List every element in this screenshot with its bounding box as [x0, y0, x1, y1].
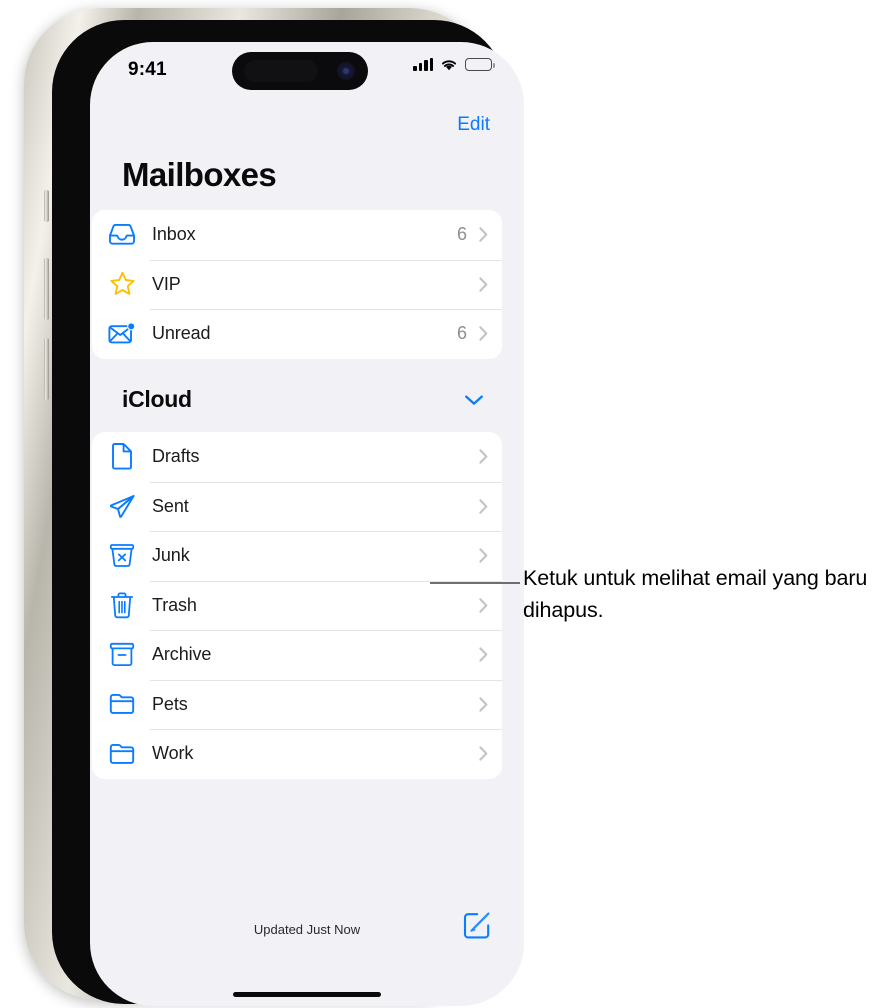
- callout-text: Ketuk untuk melihat email yang baru diha…: [523, 566, 868, 622]
- archive-box-icon: [106, 640, 138, 670]
- mailbox-label: Work: [152, 743, 194, 764]
- document-icon: [106, 442, 138, 472]
- mailbox-label: Junk: [152, 545, 190, 566]
- phone-frame: 9:41 Edit Mailboxes Inbox 6 VIP Unread 6…: [24, 8, 524, 1006]
- mailbox-row-work[interactable]: Work: [92, 729, 502, 779]
- chevron-right-icon: [479, 746, 488, 761]
- mailbox-row-inbox[interactable]: Inbox 6: [92, 210, 502, 260]
- cellular-signal-icon: [413, 58, 433, 71]
- status-time: 9:41: [128, 59, 167, 80]
- status-indicators: [413, 58, 495, 71]
- mailbox-row-junk[interactable]: Junk: [92, 531, 502, 581]
- mailbox-label: Sent: [152, 495, 189, 516]
- inbox-tray-icon: [106, 220, 138, 250]
- callout-leader-line: [430, 582, 520, 584]
- compose-icon[interactable]: [462, 910, 492, 940]
- mailbox-row-vip[interactable]: VIP: [92, 259, 502, 310]
- icloud-section-header: iCloud: [90, 386, 500, 413]
- earpiece-speaker: [244, 60, 318, 82]
- mailbox-row-drafts[interactable]: Drafts: [92, 432, 502, 482]
- mailbox-row-pets[interactable]: Pets: [92, 679, 502, 730]
- screenshot-root: 9:41 Edit Mailboxes Inbox 6 VIP Unread 6…: [0, 0, 888, 1008]
- section-title: iCloud: [122, 386, 192, 412]
- phone-bezel: 9:41 Edit Mailboxes Inbox 6 VIP Unread 6…: [52, 20, 524, 1006]
- chevron-right-icon: [479, 449, 488, 464]
- primary-mailboxes-card: Inbox 6 VIP Unread 6: [92, 210, 502, 359]
- envelope-badge-icon: [106, 319, 138, 349]
- battery-full-icon: [465, 58, 495, 71]
- trash-row-chevron: [479, 598, 488, 613]
- star-icon: [106, 269, 138, 299]
- chevron-down-icon[interactable]: [464, 394, 484, 406]
- page-title: Mailboxes: [122, 156, 277, 193]
- folder-icon: [106, 739, 138, 769]
- volume-up-button[interactable]: [44, 258, 49, 320]
- mailbox-label: Archive: [152, 644, 212, 665]
- mailbox-row-unread[interactable]: Unread 6: [92, 309, 502, 359]
- wifi-icon: [441, 60, 457, 71]
- chevron-right-icon: [479, 277, 488, 292]
- phone-screen: 9:41 Edit Mailboxes Inbox 6 VIP Unread 6…: [90, 42, 524, 1006]
- mailbox-row-archive[interactable]: Archive: [92, 630, 502, 680]
- update-status-text: Updated Just Now: [253, 922, 361, 937]
- mailbox-count: 6: [456, 323, 467, 344]
- chevron-right-icon: [479, 499, 488, 514]
- mailbox-label: VIP: [152, 273, 181, 294]
- folder-icon: [106, 689, 138, 719]
- home-indicator[interactable]: [233, 991, 381, 997]
- mailbox-label: Trash: [152, 594, 197, 615]
- chevron-right-icon: [479, 326, 488, 341]
- chevron-right-icon: [479, 227, 488, 242]
- mailbox-label: Pets: [152, 693, 188, 714]
- chevron-right-icon: [479, 697, 488, 712]
- mailbox-label: Drafts: [152, 446, 200, 467]
- junk-bin-icon: [106, 541, 138, 571]
- volume-down-button[interactable]: [44, 338, 49, 400]
- chevron-right-icon: [479, 548, 488, 563]
- icloud-mailboxes-card: Drafts Sent Junk Trash Archive Pets Work: [92, 432, 502, 779]
- mailbox-label: Unread: [152, 323, 211, 344]
- dynamic-island: [232, 52, 368, 90]
- mailbox-row-sent[interactable]: Sent: [92, 481, 502, 532]
- edit-button[interactable]: Edit: [457, 114, 490, 136]
- mailbox-count: 6: [456, 224, 467, 245]
- mailbox-label: Inbox: [152, 224, 196, 245]
- status-bar: 9:41: [90, 42, 524, 98]
- trash-icon: [106, 590, 138, 620]
- chevron-right-icon: [479, 647, 488, 662]
- silent-switch-button[interactable]: [44, 190, 49, 222]
- front-camera-icon: [337, 62, 355, 80]
- paper-plane-icon: [106, 491, 138, 521]
- mailbox-row-trash[interactable]: Trash: [92, 580, 502, 631]
